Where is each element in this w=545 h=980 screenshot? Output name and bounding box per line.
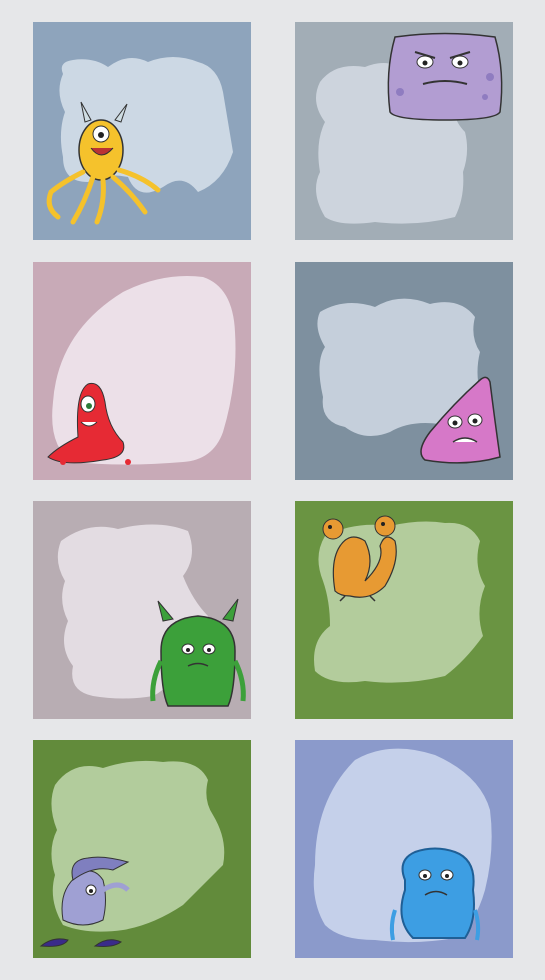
card-green-horned — [33, 501, 251, 719]
card-orange-dragon — [295, 501, 513, 719]
blue-furry-monster — [389, 847, 481, 941]
card-blue-furry — [295, 740, 513, 958]
purple-block-monster — [387, 32, 503, 121]
card-purple-block — [295, 22, 513, 240]
card-lavender-bird — [33, 740, 251, 958]
card-pink-triangle — [295, 262, 513, 480]
card-yellow-octopus — [33, 22, 251, 240]
card-red-slime — [33, 262, 251, 480]
